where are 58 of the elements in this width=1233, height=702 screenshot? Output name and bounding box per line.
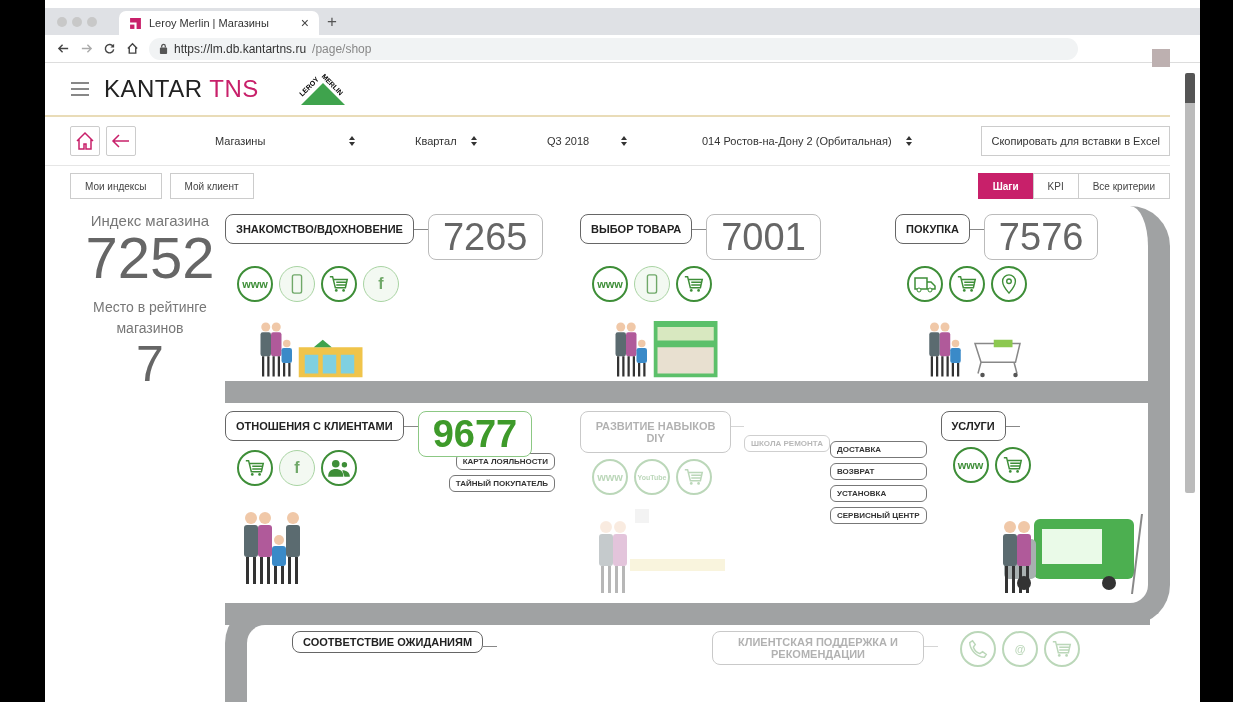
sort-arrows-icon [906,136,912,146]
home-icon[interactable] [126,42,139,55]
new-tab-button[interactable]: + [327,11,337,32]
menu-icon[interactable] [70,81,90,97]
home-button[interactable] [70,126,100,156]
back-button[interactable] [106,126,136,156]
overlay-block [1152,49,1170,67]
service-tag[interactable]: ТАЙНЫЙ ПОКУПАТЕЛЬ [448,475,555,492]
back-icon[interactable] [57,42,70,55]
reload-icon[interactable] [103,42,116,55]
stage-score: 9677 [417,411,533,457]
channel-icon: www [592,266,628,302]
rank-label: Место в рейтинге магазинов [92,298,208,338]
stage-score: 7265 [427,214,543,260]
dropdown-select[interactable]: Квартал [415,135,477,147]
channel-icon: @ [1002,631,1038,667]
home-icon [75,131,95,151]
service-tag[interactable]: УСТАНОВКА [830,485,927,502]
lock-icon [159,43,168,54]
view-button[interactable]: Мои индексы [70,173,162,199]
channel-icon: www [952,447,989,483]
service-tag[interactable]: ВОЗВРАТ [830,463,927,480]
channel-icon: f [363,266,399,302]
stage-title[interactable]: СООТВЕТСТВИЕ ОЖИДАНИЯМ [292,631,484,653]
forward-icon[interactable] [80,42,93,55]
channel-icon: f [279,450,315,486]
mode-tab[interactable]: Шаги [977,173,1034,199]
mode-tab[interactable]: Все критерии [1077,173,1170,199]
dropdown-select[interactable]: Q3 2018 [547,135,627,147]
service-tag[interactable]: ДОСТАВКА [830,441,927,458]
index-label: Индекс магазина [90,212,210,229]
sort-arrows-icon [471,136,477,146]
tab-title: Leroy Merlin | Магазины [149,17,269,29]
dropdown-select[interactable]: 014 Ростов-на-Дону 2 (Орбитальная) [702,135,912,147]
browser-tab[interactable]: Leroy Merlin | Магазины × [119,11,319,35]
logo-icon [129,16,142,30]
stage-title[interactable]: ВЫБОР ТОВАРА [580,214,693,244]
dropdown-select[interactable]: Магазины [215,135,355,147]
stage-title[interactable]: ОТНОШЕНИЯ С КЛИЕНТАМИ [225,411,404,441]
service-tag[interactable]: СЕРВИСНЫЙ ЦЕНТР [830,507,927,524]
sort-arrows-icon [621,136,627,146]
index-value: 7252 [85,229,215,287]
close-tab-button[interactable]: × [300,15,309,31]
stage-score: 7576 [983,214,1099,260]
copy-excel-button[interactable]: Скопировать для вставки в Excel [981,126,1170,156]
sort-arrows-icon [349,136,355,146]
channel-icon: www [237,266,273,302]
mode-tab[interactable]: KPI [1032,173,1079,199]
stage-score: 7001 [706,214,821,260]
stage-title[interactable]: УСЛУГИ [940,411,1006,441]
view-button[interactable]: Мой клиент [169,173,254,199]
stage-title[interactable]: ЗНАКОМСТВО/ВДОХНОВЕНИЕ [225,214,414,244]
scrollbar-thumb[interactable] [1185,73,1195,493]
channel-icon: www [592,459,628,495]
stage-title[interactable]: ПОКУПКА [895,214,970,244]
address-bar[interactable]: https://lm.db.kantartns.ru /page/shop [149,37,1078,60]
rank-value: 7 [136,339,164,389]
brand-logo: KANTAR TNS [104,75,259,103]
